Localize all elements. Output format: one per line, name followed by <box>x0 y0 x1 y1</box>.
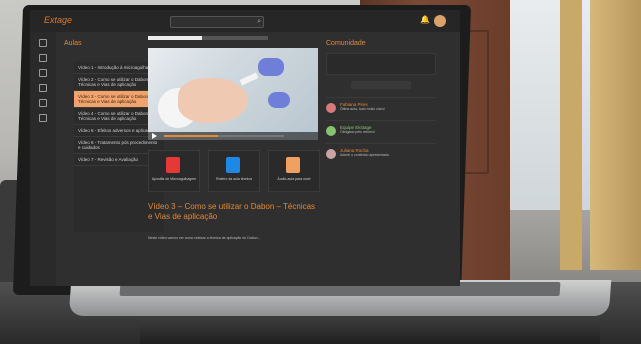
video-glove <box>258 58 284 76</box>
chat-icon[interactable] <box>39 84 47 92</box>
material-label: Áudio-aula para ouvir <box>277 177 311 181</box>
video-glove-2 <box>268 92 290 108</box>
table-reflection <box>140 318 600 344</box>
material-label: Roteiro da aula técnica <box>216 177 252 181</box>
video-scrubber-fill <box>164 135 218 137</box>
course-progress-fill <box>148 36 202 40</box>
material-card[interactable]: Áudio-aula para ouvir <box>268 150 320 192</box>
help-icon[interactable] <box>39 114 47 122</box>
top-bar: Extage ⌕ 🔔 <box>30 10 460 32</box>
audio-icon <box>286 157 300 173</box>
materials-section: Apostila de Microagulhagem Roteiro da au… <box>148 150 320 192</box>
settings-icon[interactable] <box>39 99 47 107</box>
brand-logo[interactable]: Extage <box>44 15 72 25</box>
background-frame <box>560 0 582 270</box>
comment-text: Adorei o conteúdo apresentado. <box>340 153 390 157</box>
video-scrubber[interactable] <box>164 135 284 137</box>
material-label: Apostila de Microagulhagem <box>151 177 197 181</box>
comment-text: Obrigado pelo retorno! <box>340 130 376 134</box>
calendar-icon[interactable] <box>39 69 47 77</box>
material-card[interactable]: Roteiro da aula técnica <box>208 150 260 192</box>
comment-text: Ótima aula, tudo muito claro! <box>340 107 385 111</box>
lesson-text: Neste vídeo vamos ver como realizar a té… <box>148 236 261 240</box>
search-input[interactable]: ⌕ <box>170 16 264 28</box>
comment-item: Fabiana Pires Ótima aula, tudo muito cla… <box>326 97 436 113</box>
send-comment-button[interactable] <box>351 81 411 89</box>
comments-panel: Comunidade Fabiana Pires Ótima aula, tud… <box>326 40 436 280</box>
video-controls <box>148 132 318 140</box>
search-icon: ⌕ <box>257 18 261 25</box>
course-icon[interactable] <box>39 54 47 62</box>
video-player[interactable] <box>148 48 318 140</box>
comment-input[interactable] <box>326 53 436 75</box>
comment-avatar <box>326 149 336 159</box>
course-progress-bar <box>148 36 268 40</box>
video-face <box>178 78 248 123</box>
doc-icon <box>226 157 240 173</box>
icon-rail <box>30 32 56 286</box>
play-icon[interactable] <box>152 133 157 139</box>
course-header: Aulas <box>64 40 82 47</box>
bell-icon[interactable]: 🔔 <box>420 15 430 24</box>
avatar[interactable] <box>434 15 446 27</box>
comment-item: Equipe Ekstage Obrigado pelo retorno! <box>326 120 436 136</box>
background-frame-2 <box>590 0 641 270</box>
pdf-icon <box>166 157 180 173</box>
material-card[interactable]: Apostila de Microagulhagem <box>148 150 200 192</box>
laptop-screen: Extage ⌕ 🔔 Aulas Vídeo 1 - Introdução à … <box>30 10 460 286</box>
lesson-title: Vídeo 3 – Como se utilizar o Dabon – Téc… <box>148 202 316 221</box>
panel-title: Comunidade <box>326 40 366 47</box>
comment-avatar <box>326 103 336 113</box>
video-device <box>239 72 259 86</box>
comment-avatar <box>326 126 336 136</box>
comment-item: Juliana Rocha Adorei o conteúdo apresent… <box>326 143 436 159</box>
home-icon[interactable] <box>39 39 47 47</box>
